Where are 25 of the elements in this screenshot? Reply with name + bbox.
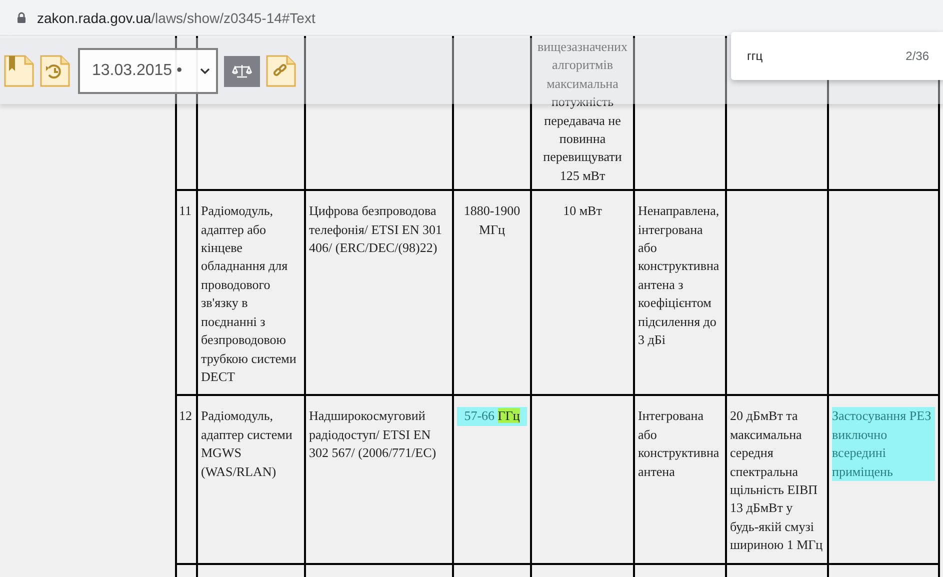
table-cell-text: 1880-1900 МГц: [464, 203, 520, 237]
table-cell-text: 10 мВт: [563, 203, 602, 218]
table-cell-text: 20 дБмВт та максимальна середня спектральна щільність ЕІВП 13 дБмВт у будь-якій смузі шириною 1 МГц: [730, 408, 823, 552]
table-cell-text: Радіомодуль, адаптер системи MGWS (WAS/RLAN): [201, 408, 292, 479]
date-select[interactable]: 13.03.2015 •: [78, 48, 218, 94]
chevron-down-icon: [200, 68, 210, 74]
table-cell-text: Ненаправлена, інтегрована або конструктивна антена з коефіцієнтом підсилення до 3 дБі: [638, 203, 720, 348]
lock-icon: [17, 12, 26, 23]
table-cell-text: вищезазначених алгоритмів максимальна потужність передавача не повинна перевищувати 125 мВт: [537, 39, 628, 183]
row-number: 12: [179, 408, 192, 424]
link-icon[interactable]: [266, 55, 296, 87]
bookmark-icon[interactable]: [4, 55, 34, 87]
highlighted-cell-text: Застосування РЕЗ виключно всередині приміщень: [832, 407, 935, 481]
scales-icon: [232, 64, 252, 78]
url-text: zakon.rada.gov.ua/laws/show/z0345-14#Text: [37, 10, 316, 26]
match-count: 2/36: [906, 49, 929, 63]
highlighted-cell-text: 57-66 ГГц: [457, 407, 527, 426]
table-cell-text: Радіомодуль, адаптер або кінцеве обладнання для проводового зв'язку в поєднанні з безпроводовою трубкою системи DECT: [201, 203, 296, 384]
history-icon[interactable]: [40, 55, 70, 87]
compare-button[interactable]: [224, 56, 260, 86]
find-query-field[interactable]: ггц: [747, 49, 763, 63]
table-cell-text: Цифрова безпроводова телефонія/ ETSI EN 301 406/ (ERC/DEC/(98)22): [309, 203, 442, 256]
table-cell-text: Інтегрована або конструктивна антена: [638, 408, 720, 479]
table-cell-text: Надширокосмуговий радіодоступ/ ETSI EN 302 567/ (2006/771/EC): [309, 408, 436, 460]
row-number: 11: [179, 203, 192, 218]
